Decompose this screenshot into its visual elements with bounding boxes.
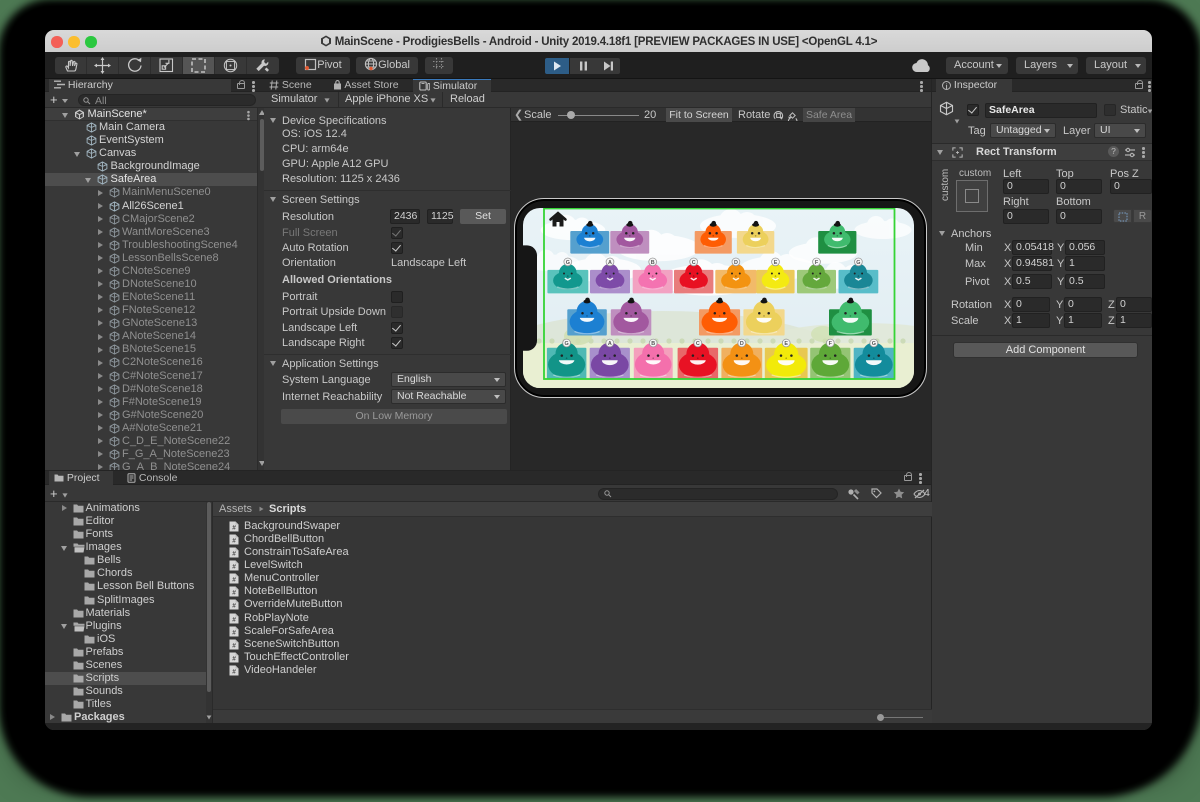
- svg-text:#: #: [232, 629, 236, 636]
- svg-text:A: A: [608, 260, 612, 266]
- svg-text:E: E: [784, 341, 788, 347]
- svg-text:B: B: [651, 260, 655, 266]
- svg-text:#: #: [232, 577, 236, 584]
- svg-text:G: G: [856, 260, 860, 266]
- svg-text:G: G: [564, 341, 568, 347]
- svg-text:A: A: [608, 341, 612, 347]
- svg-text:#: #: [232, 538, 236, 545]
- svg-text:D: D: [740, 341, 744, 347]
- svg-text:#: #: [232, 525, 236, 532]
- svg-text:#: #: [232, 590, 236, 597]
- svg-text:D: D: [734, 260, 738, 266]
- svg-text:#: #: [232, 642, 236, 649]
- svg-text:#: #: [232, 668, 236, 675]
- svg-text:G: G: [872, 341, 876, 347]
- svg-text:C: C: [692, 260, 696, 266]
- svg-text:#: #: [232, 655, 236, 662]
- svg-text:#: #: [232, 616, 236, 623]
- svg-text:G: G: [566, 260, 570, 266]
- svg-text:#: #: [232, 603, 236, 610]
- svg-text:C: C: [696, 341, 700, 347]
- svg-text:#: #: [232, 564, 236, 571]
- svg-text:#: #: [232, 551, 236, 558]
- svg-text:B: B: [651, 341, 655, 347]
- svg-text:E: E: [774, 260, 778, 266]
